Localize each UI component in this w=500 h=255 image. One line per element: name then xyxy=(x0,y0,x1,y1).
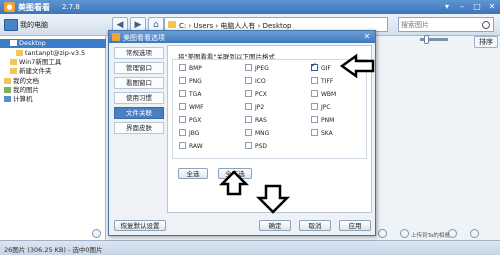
annotation-layer xyxy=(218,53,375,214)
down-arrow-annotation xyxy=(255,184,291,214)
up-arrow-annotation xyxy=(218,170,250,196)
left-arrow-annotation xyxy=(339,53,375,79)
